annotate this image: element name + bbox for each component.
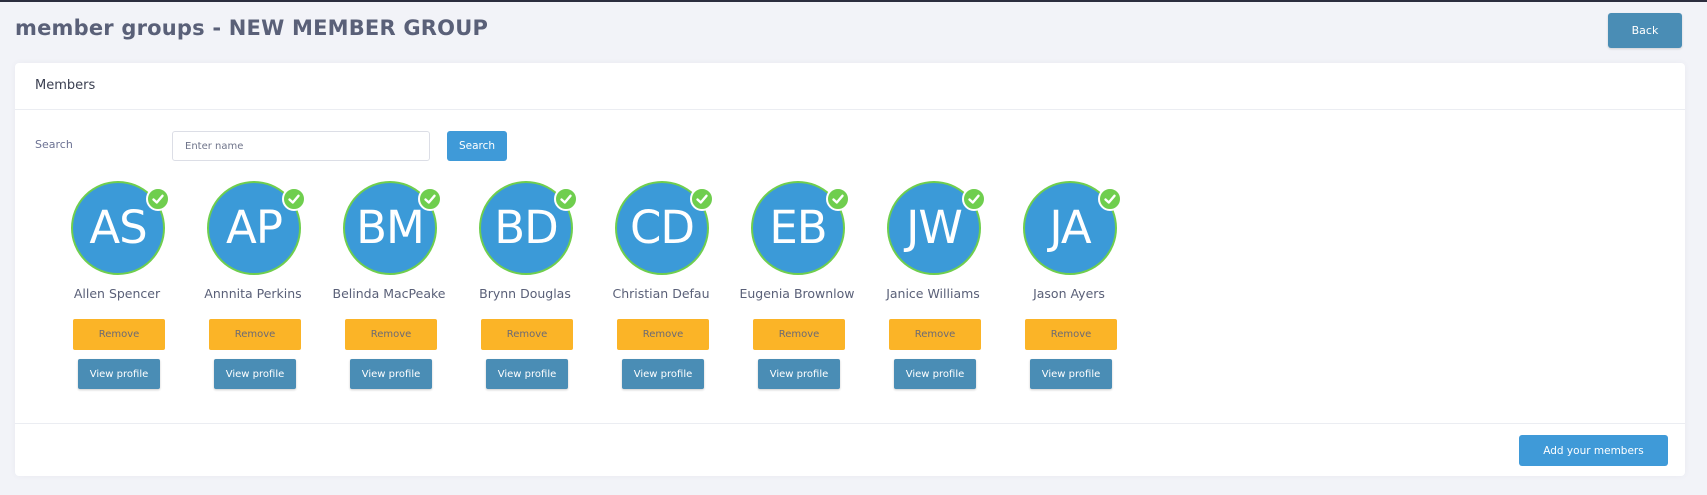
member-card: JW Janice Williams Remove View profile	[864, 181, 1000, 389]
member-card: BD Brynn Douglas Remove View profile	[456, 181, 592, 389]
remove-member-button[interactable]: Remove	[617, 319, 709, 350]
members-list: AS Allen Spencer Remove View profile AP Annni…	[15, 63, 1685, 476]
member-card: JA Jason Ayers Remove View profile	[1000, 181, 1136, 389]
add-members-button[interactable]: Add your members	[1519, 435, 1668, 466]
check-icon	[1098, 187, 1122, 211]
card-footer-divider	[15, 423, 1685, 424]
remove-member-button[interactable]: Remove	[345, 319, 437, 350]
remove-member-button[interactable]: Remove	[209, 319, 301, 350]
member-card: AS Allen Spencer Remove View profile	[48, 181, 184, 389]
member-card: CD Christian Defau Remove View profile	[592, 181, 728, 389]
check-icon	[962, 187, 986, 211]
view-profile-button[interactable]: View profile	[894, 359, 976, 389]
remove-member-button[interactable]: Remove	[753, 319, 845, 350]
check-icon	[418, 187, 442, 211]
check-icon	[690, 187, 714, 211]
view-profile-button[interactable]: View profile	[758, 359, 840, 389]
remove-member-button[interactable]: Remove	[481, 319, 573, 350]
view-profile-button[interactable]: View profile	[622, 359, 704, 389]
check-icon	[282, 187, 306, 211]
member-name: Allen Spencer	[73, 286, 161, 301]
member-name: Annnita Perkins	[204, 286, 302, 301]
view-profile-button[interactable]: View profile	[486, 359, 568, 389]
member-card: EB Eugenia Brownlow Remove View profile	[728, 181, 864, 389]
check-icon	[554, 187, 578, 211]
members-card: Members Search Search ASAllen SpencerRem…	[15, 63, 1685, 476]
member-name: Janice Williams	[886, 286, 980, 301]
member-card: AP Annnita Perkins Remove View profile	[184, 181, 320, 389]
view-profile-button[interactable]: View profile	[350, 359, 432, 389]
remove-member-button[interactable]: Remove	[73, 319, 165, 350]
remove-member-button[interactable]: Remove	[1025, 319, 1117, 350]
view-profile-button[interactable]: View profile	[78, 359, 160, 389]
member-name: Belinda MacPeake	[332, 286, 446, 301]
member-name: Eugenia Brownlow	[739, 286, 855, 301]
page-title: member groups - NEW MEMBER GROUP	[15, 16, 489, 40]
check-icon	[826, 187, 850, 211]
top-bar	[0, 0, 1707, 2]
member-name: Brynn Douglas	[479, 286, 571, 301]
remove-member-button[interactable]: Remove	[889, 319, 981, 350]
member-card: BM Belinda MacPeake Remove View profile	[320, 181, 456, 389]
member-name: Jason Ayers	[1033, 286, 1105, 301]
view-profile-button[interactable]: View profile	[214, 359, 296, 389]
view-profile-button[interactable]: View profile	[1030, 359, 1112, 389]
member-name: Christian Defau	[612, 286, 710, 301]
check-icon	[146, 187, 170, 211]
back-button[interactable]: Back	[1608, 13, 1682, 48]
